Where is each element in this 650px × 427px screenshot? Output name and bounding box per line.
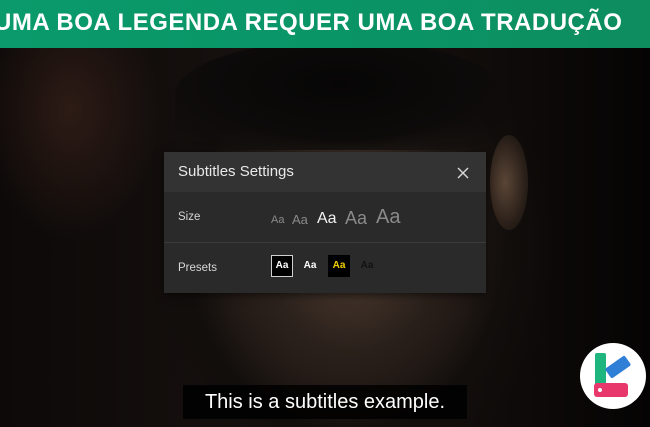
video-background-highlight xyxy=(490,135,528,230)
dialog-title: Subtitles Settings xyxy=(178,163,294,180)
preset-white-transparent[interactable]: Aa xyxy=(299,255,321,277)
divider xyxy=(164,242,486,243)
presets-label: Presets xyxy=(178,262,217,274)
subtitles-settings-dialog: Subtitles Settings Size Aa Aa Aa Aa Aa P… xyxy=(164,152,486,293)
size-option-xl[interactable]: Aa xyxy=(376,207,400,227)
headline-banner: UMA BOA LEGENDA REQUER UMA BOA TRADUÇÃO xyxy=(0,0,650,48)
app-logo xyxy=(580,343,646,409)
size-option-xs[interactable]: Aa xyxy=(271,215,284,226)
video-background-dark xyxy=(175,40,505,150)
headline-text: UMA BOA LEGENDA REQUER UMA BOA TRADUÇÃO xyxy=(0,9,623,36)
close-button[interactable] xyxy=(454,164,472,182)
close-icon xyxy=(457,167,469,179)
subtitle-text: This is a subtitles example. xyxy=(204,391,446,413)
size-option-l[interactable]: Aa xyxy=(345,209,367,227)
size-label: Size xyxy=(178,211,201,223)
preset-black-transparent[interactable]: Aa xyxy=(356,255,378,277)
preset-white-on-black-selected[interactable]: Aa xyxy=(271,255,293,277)
subtitle-caption: This is a subtitles example. xyxy=(183,385,467,419)
size-option-m-selected[interactable]: Aa xyxy=(317,211,337,227)
preset-yellow-on-black[interactable]: Aa xyxy=(328,255,350,277)
size-option-s[interactable]: Aa xyxy=(292,213,308,226)
app-logo-icon xyxy=(594,353,631,397)
dialog-header: Subtitles Settings xyxy=(164,152,486,192)
